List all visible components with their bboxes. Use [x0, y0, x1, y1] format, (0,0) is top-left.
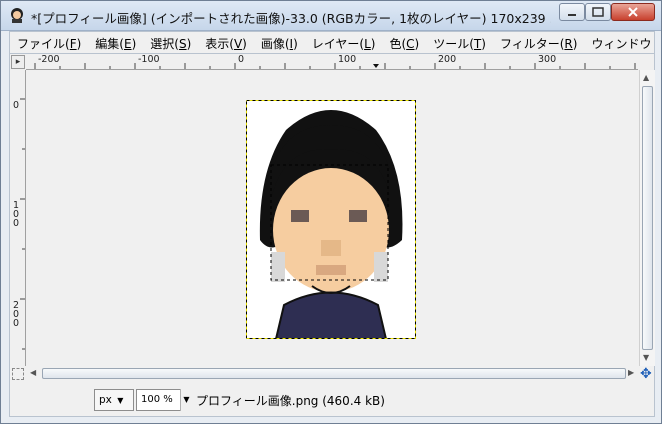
menu-item-label-end: ) — [293, 37, 298, 51]
vertical-ruler[interactable]: 0 100 200 — [10, 70, 26, 366]
quick-mask-icon[interactable] — [12, 368, 24, 380]
menu-item[interactable]: 色(C) — [382, 32, 426, 52]
menu-item[interactable]: ウィンドウ — [584, 32, 654, 52]
menu-item-accelerator: S — [178, 37, 187, 51]
menu-item-label-end: ) — [76, 37, 82, 51]
menu-item-label: フィルター( — [499, 37, 565, 51]
unit-value: px — [99, 394, 112, 406]
status-bar: px ▼ 100 % ▼ プロフィール画像.png (460.4 kB) — [9, 383, 655, 417]
menu-item[interactable]: ツール(T) — [426, 32, 493, 52]
image-window: *[プロフィール画像] (インポートされた画像)-33.0 (RGBカラー, 1… — [0, 0, 662, 424]
right-eye-pixels — [349, 210, 367, 222]
vertical-scrollbar[interactable]: ▲ ▼ — [639, 70, 655, 366]
menu-item[interactable]: 表示(V) — [198, 32, 254, 52]
menu-item-label: 選択( — [150, 37, 179, 51]
file-status-text: プロフィール画像.png (460.4 kB) — [196, 394, 385, 408]
close-button[interactable] — [611, 3, 655, 21]
menu-item-label-end: ) — [370, 37, 376, 51]
menu-item[interactable]: 編集(E) — [88, 32, 143, 52]
horizontal-scroll-thumb[interactable] — [42, 368, 626, 379]
menu-item[interactable]: レイヤー(L) — [305, 32, 383, 52]
minimize-icon — [568, 14, 576, 16]
unit-select[interactable]: px ▼ — [94, 389, 134, 411]
zoom-value: 100 % — [141, 394, 173, 405]
menu-item[interactable]: 選択(S) — [143, 32, 198, 52]
menu-item-label: ツール( — [433, 37, 474, 51]
mouth-pixels — [316, 265, 346, 275]
ruler-label: 0 — [13, 100, 20, 111]
menu-item[interactable]: フィルター(R) — [493, 32, 584, 52]
menu-item-label-end: ) — [481, 37, 486, 51]
zoom-dropdown-button[interactable]: ▼ — [180, 389, 192, 411]
chevron-down-icon: ▼ — [183, 395, 190, 404]
menu-item-accelerator: C — [406, 37, 415, 51]
ruler-label: 100 — [338, 54, 357, 65]
scroll-up-icon[interactable]: ▲ — [643, 73, 649, 82]
menu-item-label-end: ) — [131, 37, 137, 51]
menu-item-label: 画像( — [260, 37, 290, 51]
window-title: *[プロフィール画像] (インポートされた画像)-33.0 (RGBカラー, 1… — [31, 11, 551, 26]
menu-item-label-end: ) — [242, 37, 247, 51]
menu-item-accelerator: L — [364, 37, 371, 51]
menu-item-label-end: ) — [572, 37, 578, 51]
ruler-label: -200 — [38, 54, 60, 65]
ruler-label: -100 — [138, 54, 160, 65]
menu-item-accelerator: E — [123, 37, 132, 51]
bottom-row: ◀ ▶ ✥ — [10, 366, 654, 383]
chevron-down-icon: ▼ — [117, 396, 124, 405]
gimp-icon — [11, 8, 23, 23]
menu-item-label-end: ) — [186, 37, 192, 51]
title-bar[interactable]: *[プロフィール画像] (インポートされた画像)-33.0 (RGBカラー, 1… — [1, 1, 661, 31]
horizontal-ruler[interactable]: -200 -100 0 100 200 300 — [26, 54, 638, 70]
nose-pixels — [321, 240, 341, 256]
scroll-right-icon[interactable]: ▶ — [628, 368, 634, 377]
menu-item[interactable]: ファイル(F) — [10, 32, 88, 52]
ruler-label: 100 — [13, 200, 20, 229]
left-eye-pixels — [291, 210, 309, 222]
menu-item-label: 色( — [389, 37, 407, 51]
ruler-pointer-marker — [373, 64, 379, 68]
minimize-button[interactable] — [559, 3, 585, 21]
image-canvas[interactable] — [27, 71, 638, 366]
scroll-left-icon[interactable]: ◀ — [30, 368, 36, 377]
horizontal-scrollbar[interactable]: ◀ ▶ — [28, 367, 638, 382]
scroll-down-icon[interactable]: ▼ — [643, 353, 649, 362]
ruler-label: 0 — [238, 54, 245, 65]
pixel-block — [374, 252, 388, 282]
menu-item-label: 表示( — [205, 37, 234, 51]
menu-item-accelerator: R — [564, 37, 573, 51]
menu-item[interactable]: 画像(I) — [254, 32, 305, 52]
menu-item-accelerator: V — [233, 37, 243, 51]
image-workarea: ▸ -200 -100 0 100 200 300 0 100 200 ▲ ▼ … — [9, 53, 655, 383]
navigate-icon[interactable]: ✥ — [640, 367, 654, 381]
ruler-label: 200 — [13, 300, 20, 329]
close-icon — [628, 7, 638, 17]
menu-item-accelerator: F — [69, 37, 77, 51]
vertical-scroll-thumb[interactable] — [642, 86, 653, 350]
maximize-icon — [592, 7, 604, 17]
pixel-block — [271, 252, 285, 282]
menu-item-label: レイヤー( — [311, 37, 365, 51]
maximize-button[interactable] — [585, 3, 611, 21]
ruler-label: 200 — [438, 54, 457, 65]
menu-item-label: ウィンドウ — [591, 37, 652, 51]
menu-item-label: 編集( — [95, 37, 124, 51]
menu-item-label: ファイル( — [17, 37, 70, 51]
profile-image[interactable] — [246, 100, 416, 339]
menu-arrow-button[interactable]: ▸ — [11, 55, 25, 69]
menu-item-label-end: ) — [414, 37, 420, 51]
menu-bar: ファイル(F) 編集(E) 選択(S) 表示(V) 画像(I) レイヤー(L) 色(C) ツー… — [9, 31, 655, 53]
ruler-label: 300 — [538, 54, 557, 65]
